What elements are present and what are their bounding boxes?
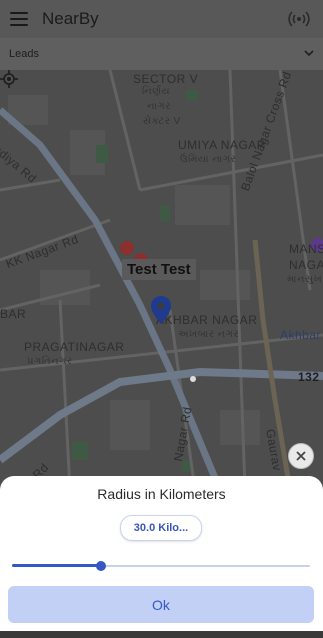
location-pin-icon[interactable] [150, 295, 172, 325]
map-view[interactable]: SECTOR V નિર્ણય નાગર સેક્ટર V UMIYA NAGA… [0, 70, 323, 490]
map-label-bar: BAR [0, 307, 27, 321]
map-label-sector-v: SECTOR V [133, 72, 199, 86]
filter-selected-value: Leads [9, 48, 39, 60]
radius-slider[interactable] [12, 561, 310, 571]
my-location-icon[interactable] [0, 70, 18, 88]
broadcast-icon[interactable] [287, 8, 311, 30]
map-label-akhbar-right: Akhbar [280, 328, 322, 342]
map-label-132: 132 [298, 370, 320, 384]
map-label-naga: NAGA [289, 258, 323, 272]
radius-bottom-sheet: Radius in Kilometers 30.0 Kilo... Ok [0, 476, 323, 638]
marker-label[interactable]: Test Test [122, 259, 196, 280]
close-x-glyph [296, 451, 306, 461]
close-icon[interactable] [288, 443, 314, 469]
map-label-sector-v-gu: નિર્ણય [142, 86, 171, 97]
lead-filter-dropdown[interactable]: Leads [0, 38, 323, 71]
map-label-akhbar-nagar-gu: અખબાર નગર [178, 329, 240, 340]
map-label-mansu-gu: માનસુખ [287, 274, 323, 285]
map-label-pragatinagar: PRAGATINAGAR [24, 340, 125, 354]
radius-value-chip[interactable]: 30.0 Kilo... [120, 515, 202, 541]
map-label-umiya-nagar-gu: ઉમિયા નાગર [180, 154, 237, 165]
chevron-down-icon [304, 50, 314, 57]
map-label-pragatinagar-gu: પ્રગતિનગર [27, 356, 73, 367]
map-label-sector-v-gu2: નાગર [147, 101, 171, 112]
map-canvas [0, 70, 323, 490]
map-label-mansu: MANSU [289, 242, 323, 256]
ok-button[interactable]: Ok [8, 586, 314, 623]
app-bar: NearBy [0, 0, 323, 38]
menu-icon[interactable] [10, 12, 28, 26]
sheet-title: Radius in Kilometers [97, 486, 226, 502]
app-title: NearBy [42, 9, 99, 28]
slider-fill [12, 564, 102, 567]
map-label-sector-v-local: સેક્ટર V [143, 116, 181, 127]
slider-thumb[interactable] [96, 561, 107, 571]
system-nav-bar [0, 631, 323, 638]
